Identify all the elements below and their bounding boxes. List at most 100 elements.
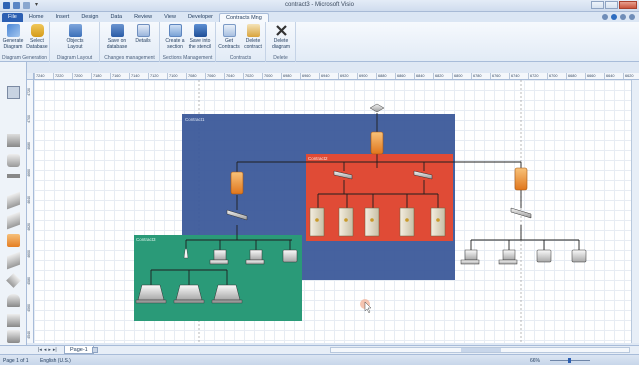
horizontal-ruler: 7240 7220 7200 7180 7160 7140 7120 7100 7080 7060… <box>34 73 639 80</box>
tab-home[interactable]: Home <box>23 13 50 22</box>
group-label: Contracts <box>229 55 252 61</box>
objects-layout-label: Objects Layout <box>66 38 84 50</box>
group-label: Sections Management <box>162 55 213 61</box>
language[interactable]: English (U.S.) <box>40 358 71 364</box>
ruler-tick: 6780 <box>471 73 490 79</box>
tab-design[interactable]: Design <box>75 13 104 22</box>
page-tabs-bar: |◂ ◂ ▸ ▸| Page-1 <box>0 345 639 354</box>
delete-contract-button[interactable]: Delete contract <box>241 24 265 50</box>
ruler-tick: 7160 <box>110 73 129 79</box>
ruler-tick: 7140 <box>129 73 148 79</box>
server-shape[interactable] <box>338 207 354 237</box>
objects-layout-button[interactable]: Objects Layout <box>63 24 87 50</box>
contract3-container[interactable] <box>134 235 302 321</box>
ruler-tick: 4600 <box>27 250 31 258</box>
save-db-icon <box>110 24 124 37</box>
select-database-button[interactable]: Select Database <box>25 24 49 50</box>
top-router-shape[interactable] <box>369 103 385 113</box>
server-shape[interactable] <box>309 207 325 237</box>
delete-contract-icon <box>246 24 260 37</box>
insert-page-icon[interactable] <box>92 347 98 353</box>
get-contracts-button[interactable]: Get Contracts <box>217 24 241 50</box>
tab-data[interactable]: Data <box>104 13 128 22</box>
group-label: Delete <box>273 55 288 61</box>
ruler-corner <box>27 73 34 80</box>
tab-contracts-mng[interactable]: Contracts Mng <box>219 13 269 22</box>
printer-shape[interactable] <box>282 249 298 263</box>
ruler-tick: 6880 <box>376 73 395 79</box>
server-shape[interactable] <box>364 207 380 237</box>
close-button[interactable] <box>619 1 637 9</box>
zoom-slider-knob[interactable] <box>568 358 571 363</box>
ruler-tick: 7220 <box>53 73 72 79</box>
minimize-button[interactable] <box>591 1 604 9</box>
scroll-thumb[interactable] <box>461 348 501 352</box>
server-shape-icon[interactable] <box>7 134 20 147</box>
ruler-tick: 7040 <box>224 73 243 79</box>
delete-diagram-button[interactable]: Delete diagram <box>269 24 293 50</box>
firewall-shape[interactable] <box>514 167 528 191</box>
tab-insert[interactable]: Insert <box>50 13 76 22</box>
bridge-shape-icon[interactable] <box>7 251 20 270</box>
tab-view[interactable]: View <box>158 13 182 22</box>
minimize-ribbon-icon[interactable] <box>602 14 608 20</box>
generate-diagram-label: Generate Diagram <box>2 38 24 50</box>
switch-shape-icon[interactable] <box>7 191 20 210</box>
tab-review[interactable]: Review <box>128 13 158 22</box>
workstation-shape[interactable] <box>498 249 518 265</box>
horizontal-scrollbar[interactable] <box>330 347 630 353</box>
server-shape[interactable] <box>399 207 415 237</box>
tab-file[interactable]: File <box>2 13 23 22</box>
maximize-button[interactable] <box>605 1 618 9</box>
ruler-tick: 7060 <box>205 73 224 79</box>
cable-shape-icon[interactable] <box>7 174 20 178</box>
ruler-tick: 7200 <box>72 73 91 79</box>
group-delete: Delete diagram Delete <box>266 22 296 62</box>
printer-shape-icon[interactable] <box>7 330 20 343</box>
hub-shape-icon[interactable] <box>7 211 20 230</box>
firewall-shape-icon[interactable] <box>7 234 20 247</box>
firewall-shape[interactable] <box>370 131 384 155</box>
stencil-dropdown-icon[interactable] <box>7 86 20 99</box>
drawing-canvas[interactable]: Contract1 Contract2 Contract3 <box>34 80 631 343</box>
help-icon[interactable] <box>611 14 617 20</box>
vertical-ruler: 4720 4700 4680 4660 4640 4620 4600 4580 4560 4540 <box>27 80 34 343</box>
vertical-scrollbar[interactable] <box>631 80 639 343</box>
last-page-icon[interactable]: ▸| <box>53 347 57 354</box>
save-into-stencil-label: Save into the stencil <box>188 38 212 50</box>
prev-page-icon[interactable]: ◂ <box>44 347 47 354</box>
page-tab-1[interactable]: Page-1 <box>64 346 94 354</box>
group-diagram-layout: Objects Layout Diagram Layout <box>50 22 100 62</box>
ruler-tick: 7180 <box>91 73 110 79</box>
first-page-icon[interactable]: |◂ <box>38 347 42 354</box>
ruler-tick: 6700 <box>547 73 566 79</box>
details-button[interactable]: Details <box>131 24 155 45</box>
server-shape[interactable] <box>430 207 446 237</box>
select-database-label: Select Database <box>26 38 48 50</box>
antenna-shape-icon[interactable] <box>7 294 20 307</box>
close-doc-icon[interactable] <box>629 14 635 20</box>
workstation-shape[interactable] <box>460 249 480 265</box>
tab-developer[interactable]: Developer <box>182 13 219 22</box>
restore-icon[interactable] <box>620 14 626 20</box>
ruler-tick: 4720 <box>27 88 31 96</box>
firewall-shape[interactable] <box>230 171 244 195</box>
save-into-stencil-button[interactable]: Save into the stencil <box>188 24 212 50</box>
next-page-icon[interactable]: ▸ <box>48 347 51 354</box>
page-count[interactable]: Page 1 of 1 <box>3 358 29 364</box>
ribbon: Generate Diagram Select Database Diagram… <box>0 22 639 62</box>
printer-shape[interactable] <box>571 249 587 263</box>
network-diagram: Contract1 Contract2 Contract3 <box>134 80 587 343</box>
group-contracts: Get Contracts Delete contract Contracts <box>216 22 266 62</box>
database-icon <box>30 24 44 37</box>
visio-window: ▾ contract3 - Microsoft Visio File Home … <box>0 0 639 365</box>
save-on-database-button[interactable]: Save on database <box>105 24 129 50</box>
zoom-level[interactable]: 66% <box>530 358 540 364</box>
workstation-shape-icon[interactable] <box>7 314 20 327</box>
printer-shape[interactable] <box>536 249 552 263</box>
ruler-tick: 4620 <box>27 223 31 231</box>
create-section-button[interactable]: Create a section <box>163 24 187 50</box>
generate-diagram-button[interactable]: Generate Diagram <box>1 24 25 50</box>
diamond-shape-icon[interactable] <box>6 273 21 288</box>
router-shape-icon[interactable] <box>7 154 20 167</box>
